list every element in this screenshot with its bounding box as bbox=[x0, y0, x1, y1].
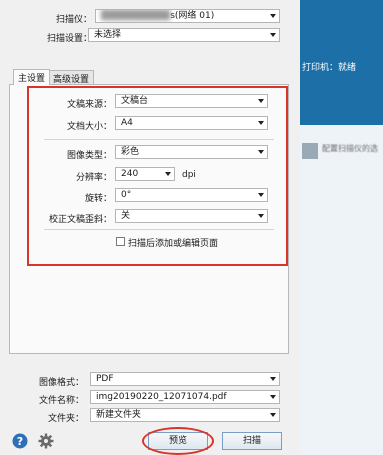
gear-icon[interactable] bbox=[38, 433, 54, 449]
highlight-ellipse bbox=[142, 427, 214, 455]
filename-value: img20190220_12071074.pdf bbox=[96, 392, 227, 402]
skew-select[interactable]: 关 bbox=[115, 209, 268, 223]
chevron-down-icon bbox=[258, 214, 264, 218]
section-divider bbox=[44, 229, 274, 230]
scan-settings-select[interactable]: 未选择 bbox=[88, 28, 280, 42]
filename-select[interactable]: img20190220_12071074.pdf bbox=[90, 390, 280, 404]
background-window: 打印机：就绪 配置扫描仪的选 bbox=[300, 0, 383, 455]
format-label: 图像格式： bbox=[38, 378, 84, 388]
tab-main-settings[interactable]: 主设置 bbox=[13, 69, 51, 85]
scan-button[interactable]: 扫描 bbox=[222, 432, 282, 450]
scan-settings-value: 未选择 bbox=[94, 30, 122, 40]
folder-select[interactable]: 新建文件夹 bbox=[90, 408, 280, 422]
background-text: 配置扫描仪的选 bbox=[322, 144, 378, 153]
rotate-select[interactable]: 0° bbox=[115, 188, 268, 202]
size-label: 文档大小： bbox=[66, 122, 112, 132]
folder-value: 新建文件夹 bbox=[96, 410, 142, 420]
printer-status: 打印机：就绪 bbox=[302, 63, 357, 73]
resolution-select[interactable]: 240 bbox=[115, 167, 175, 181]
filename-label: 文件名称： bbox=[38, 396, 84, 406]
svg-text:?: ? bbox=[17, 435, 23, 448]
chevron-down-icon bbox=[270, 377, 276, 381]
help-icon[interactable]: ? bbox=[12, 433, 28, 449]
scanner-name-blurred: ██████████ bbox=[101, 11, 171, 21]
tab-advanced-settings[interactable]: 高级设置 bbox=[48, 70, 95, 85]
section-divider bbox=[44, 139, 274, 140]
scan-settings-label: 扫描设置： bbox=[46, 34, 92, 44]
image-type-label: 图像类型： bbox=[66, 151, 112, 161]
scan-dialog: 扫描仪： ██████████s(网络 01) 扫描设置： 未选择 主设置 高级… bbox=[0, 0, 300, 455]
folder-label: 文件夹： bbox=[47, 414, 84, 424]
image-type-select[interactable]: 彩色 bbox=[115, 145, 268, 159]
resolution-label: 分辨率： bbox=[75, 173, 112, 183]
resolution-unit: dpi bbox=[182, 170, 196, 180]
skew-value: 关 bbox=[121, 211, 131, 221]
scanner-value: s(网络 01) bbox=[170, 11, 215, 21]
chevron-down-icon bbox=[270, 33, 276, 37]
chevron-down-icon bbox=[165, 172, 171, 176]
resolution-value: 240 bbox=[121, 169, 139, 179]
scanner-select[interactable]: ██████████s(网络 01) bbox=[95, 9, 280, 23]
format-value: PDF bbox=[96, 374, 114, 384]
source-label: 文稿来源： bbox=[66, 100, 112, 110]
scanner-label: 扫描仪： bbox=[55, 15, 92, 25]
chevron-down-icon bbox=[270, 14, 276, 18]
chevron-down-icon bbox=[270, 395, 276, 399]
source-value: 文稿台 bbox=[121, 96, 149, 106]
add-edit-checkbox-label: 扫描后添加或编辑页面 bbox=[128, 239, 219, 249]
rotate-label: 旋转： bbox=[84, 194, 112, 204]
source-select[interactable]: 文稿台 bbox=[115, 94, 268, 108]
chevron-down-icon bbox=[270, 413, 276, 417]
background-thumbnail bbox=[302, 143, 318, 159]
image-type-value: 彩色 bbox=[121, 147, 140, 157]
rotate-value: 0° bbox=[121, 190, 132, 200]
size-select[interactable]: A4 bbox=[115, 116, 268, 130]
chevron-down-icon bbox=[258, 121, 264, 125]
size-value: A4 bbox=[121, 118, 133, 128]
add-edit-checkbox[interactable] bbox=[116, 237, 125, 246]
format-select[interactable]: PDF bbox=[90, 372, 280, 386]
skew-label: 校正文稿歪斜： bbox=[48, 215, 112, 225]
chevron-down-icon bbox=[258, 193, 264, 197]
chevron-down-icon bbox=[258, 99, 264, 103]
background-panel bbox=[300, 125, 383, 455]
chevron-down-icon bbox=[258, 150, 264, 154]
